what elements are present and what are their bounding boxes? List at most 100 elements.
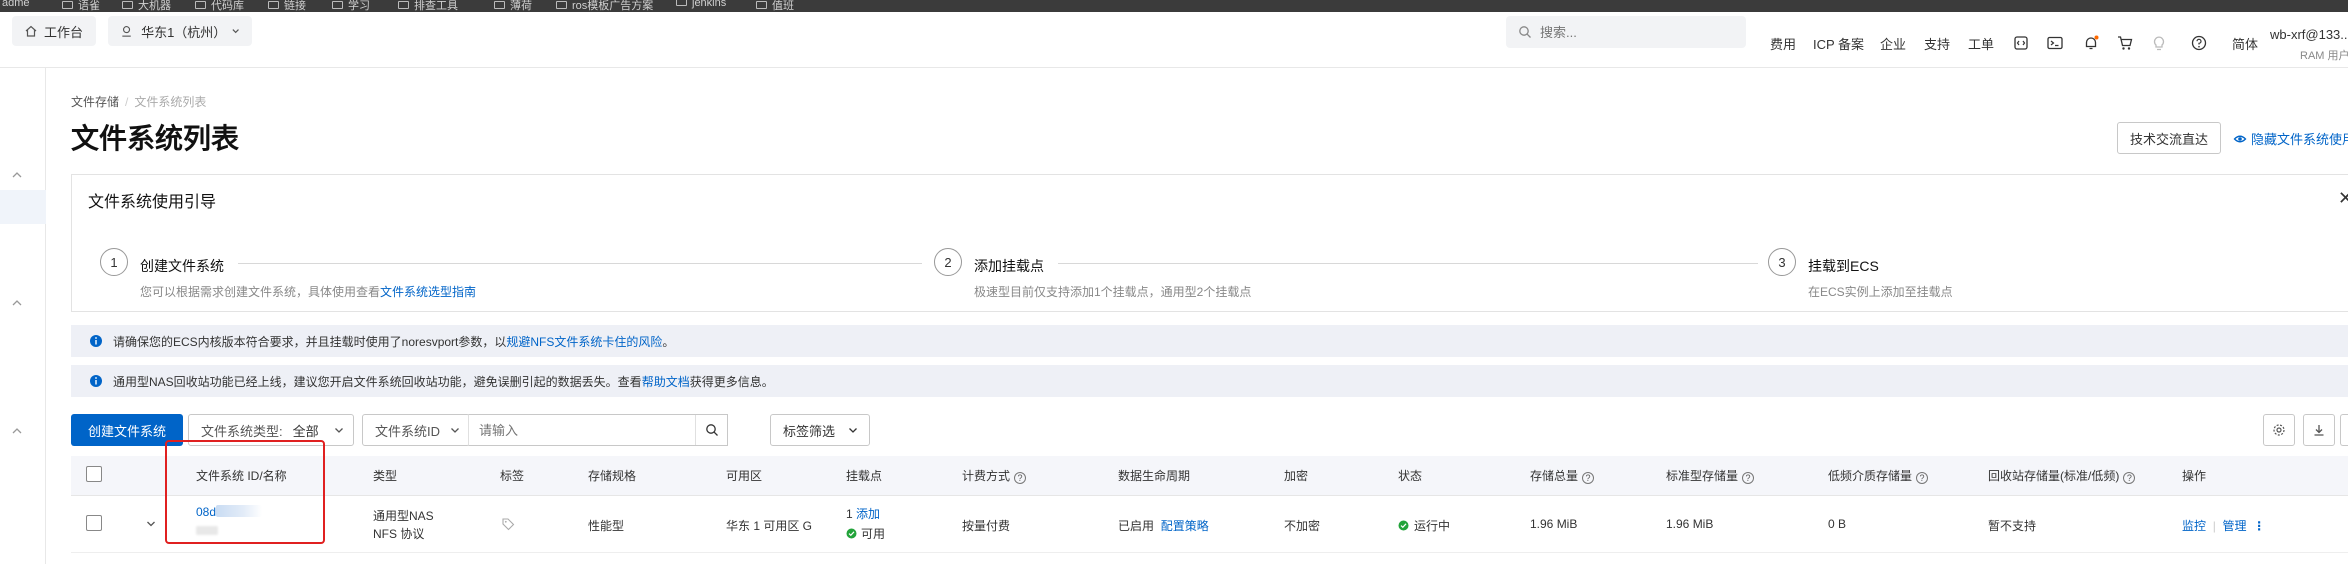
- bookmark-label: 值班: [772, 0, 794, 12]
- bookmark-item[interactable]: 代码库: [195, 0, 244, 12]
- bookmark-item[interactable]: adme: [2, 0, 30, 9]
- help-icon[interactable]: ?: [2123, 472, 2136, 484]
- lifecycle-status: 已启用: [1118, 519, 1155, 533]
- tag-filter-label: 标签筛选: [783, 423, 836, 439]
- nav-link-billing[interactable]: 费用: [1770, 34, 1796, 53]
- encryption: 不加密: [1284, 519, 1321, 533]
- bookmark-item[interactable]: 值班: [756, 0, 794, 12]
- more-actions-icon[interactable]: ⋮: [2253, 519, 2265, 533]
- gear-icon: [2273, 424, 2285, 436]
- workbench-button[interactable]: 工作台: [12, 16, 96, 46]
- lifecycle: 已启用 配置策略: [1118, 517, 1209, 534]
- column-header: 标准型存储量?: [1666, 467, 1755, 484]
- column-header-label: 存储总量: [1530, 469, 1579, 483]
- chevron-up-icon[interactable]: [10, 168, 24, 182]
- breadcrumb-root[interactable]: 文件存储: [71, 95, 119, 109]
- language-switch[interactable]: 简体: [2232, 34, 2258, 53]
- config-policy-link[interactable]: 配置策略: [1161, 519, 1209, 533]
- help-doc-link[interactable]: 帮助文档: [642, 373, 690, 390]
- column-header: 回收站存储量(标准/低频)?: [1988, 467, 2136, 484]
- nav-link-icp[interactable]: ICP 备案: [1813, 34, 1864, 53]
- bookmark-label: 大机器: [138, 0, 171, 12]
- step-title: 挂载到ECS: [1808, 258, 1879, 274]
- add-mount-link[interactable]: 添加: [856, 507, 880, 521]
- ia-storage: 0 B: [1828, 517, 1847, 531]
- page-title: 文件系统列表: [71, 123, 240, 154]
- select-all-checkbox[interactable]: [86, 466, 102, 482]
- bookmark-item[interactable]: ros模板广告方案: [556, 0, 653, 12]
- global-search[interactable]: [1506, 16, 1746, 48]
- folder-icon: [62, 1, 73, 9]
- column-header: 存储总量?: [1530, 467, 1595, 484]
- hide-guide-link[interactable]: 隐藏文件系统使用: [2233, 129, 2348, 148]
- tech-exchange-button[interactable]: 技术交流直达: [2117, 122, 2221, 154]
- help-icon[interactable]: ?: [1582, 472, 1595, 484]
- code-icon[interactable]: [2012, 34, 2030, 52]
- manage-link[interactable]: 管理: [2222, 519, 2246, 533]
- folder-icon: [398, 1, 409, 9]
- info-icon: [90, 375, 102, 387]
- tag-filter-button[interactable]: 标签筛选: [770, 414, 870, 446]
- notice-text: 通用型NAS回收站功能已经上线，建议您开启文件系统回收站功能，避免误删引起的数据…: [113, 374, 642, 389]
- filter-input[interactable]: [479, 422, 669, 438]
- nav-link-enterprise[interactable]: 企业: [1880, 34, 1906, 53]
- notice-suffix: 获得更多信息。: [689, 374, 774, 389]
- lightbulb-icon[interactable]: [2150, 34, 2168, 52]
- column-header-label: 计费方式: [962, 469, 1011, 483]
- settings-button[interactable]: [2263, 414, 2295, 446]
- bookmark-item[interactable]: 薄荷: [494, 0, 532, 12]
- column-header-label: 低频介质存储量: [1828, 469, 1913, 483]
- chevron-up-icon[interactable]: [10, 296, 24, 310]
- tag-icon[interactable]: [501, 517, 515, 531]
- chevron-up-icon[interactable]: [10, 424, 24, 438]
- total-storage: 1.96 MiB: [1530, 517, 1578, 531]
- column-header: 状态: [1398, 469, 1423, 483]
- help-icon[interactable]: ?: [1742, 472, 1755, 484]
- bookmark-item[interactable]: 链接: [268, 0, 306, 12]
- breadcrumb-separator: /: [125, 95, 129, 109]
- bookmark-item[interactable]: 语雀: [62, 0, 100, 12]
- cart-icon[interactable]: [2116, 34, 2134, 52]
- bookmark-item[interactable]: 大机器: [122, 0, 171, 12]
- help-icon[interactable]: ?: [1916, 472, 1929, 484]
- top-nav: [0, 12, 2348, 68]
- help-icon[interactable]: [2190, 34, 2208, 52]
- hide-guide-label: 隐藏文件系统使用: [2251, 132, 2348, 147]
- filter-search-button[interactable]: [695, 415, 727, 445]
- bookmarks-bar: adme 语雀 大机器 代码库 链接 学习 排查工具 薄荷 ros模板广告方案 …: [0, 0, 2348, 12]
- filter-field-select[interactable]: 文件系统ID: [362, 414, 470, 446]
- chevron-down-icon: [451, 428, 459, 433]
- user-name[interactable]: wb-xrf@133...: [2270, 27, 2348, 42]
- breadcrumb-current: 文件系统列表: [134, 95, 207, 109]
- nfs-risk-link[interactable]: 规避NFS文件系统卡住的风险: [506, 333, 662, 350]
- region-selector[interactable]: 华东1（杭州）: [108, 16, 252, 46]
- nav-link-support[interactable]: 支持: [1924, 34, 1950, 53]
- bookmark-item[interactable]: jenkins: [676, 0, 726, 9]
- bell-icon[interactable]: [2082, 34, 2100, 52]
- folder-icon: [556, 1, 567, 9]
- fs-type: 通用型NAS: [373, 509, 434, 523]
- search-input[interactable]: [1540, 24, 1730, 40]
- left-rail-selected-item[interactable]: [0, 190, 46, 224]
- bookmark-item[interactable]: 学习: [332, 0, 370, 12]
- terminal-icon[interactable]: [2046, 34, 2064, 52]
- fs-type-label: 文件系统类型:: [201, 423, 283, 439]
- mount-status: 可用: [846, 525, 885, 542]
- help-icon[interactable]: ?: [1014, 472, 1027, 484]
- nav-link-ticket[interactable]: 工单: [1968, 34, 1994, 53]
- more-toolbar-button[interactable]: [2340, 414, 2348, 446]
- action-separator: |: [2212, 519, 2216, 533]
- export-button[interactable]: [2303, 414, 2335, 446]
- row-checkbox[interactable]: [86, 515, 102, 531]
- expand-row-icon[interactable]: [145, 518, 157, 530]
- folder-icon: [332, 1, 343, 9]
- fs-selection-guide-link[interactable]: 文件系统选型指南: [380, 285, 476, 299]
- bookmark-item[interactable]: 排查工具: [398, 0, 458, 12]
- close-icon[interactable]: ✕: [2338, 188, 2348, 209]
- bookmark-label: jenkins: [692, 0, 727, 9]
- location-icon: [122, 26, 131, 37]
- monitor-link[interactable]: 监控: [2182, 519, 2206, 533]
- notice-banner: 请确保您的ECS内核版本符合要求，并且挂载时使用了noresvport参数，以规…: [71, 325, 2348, 357]
- chevron-down-icon: [849, 428, 857, 433]
- fs-type-value: 全部: [292, 423, 319, 439]
